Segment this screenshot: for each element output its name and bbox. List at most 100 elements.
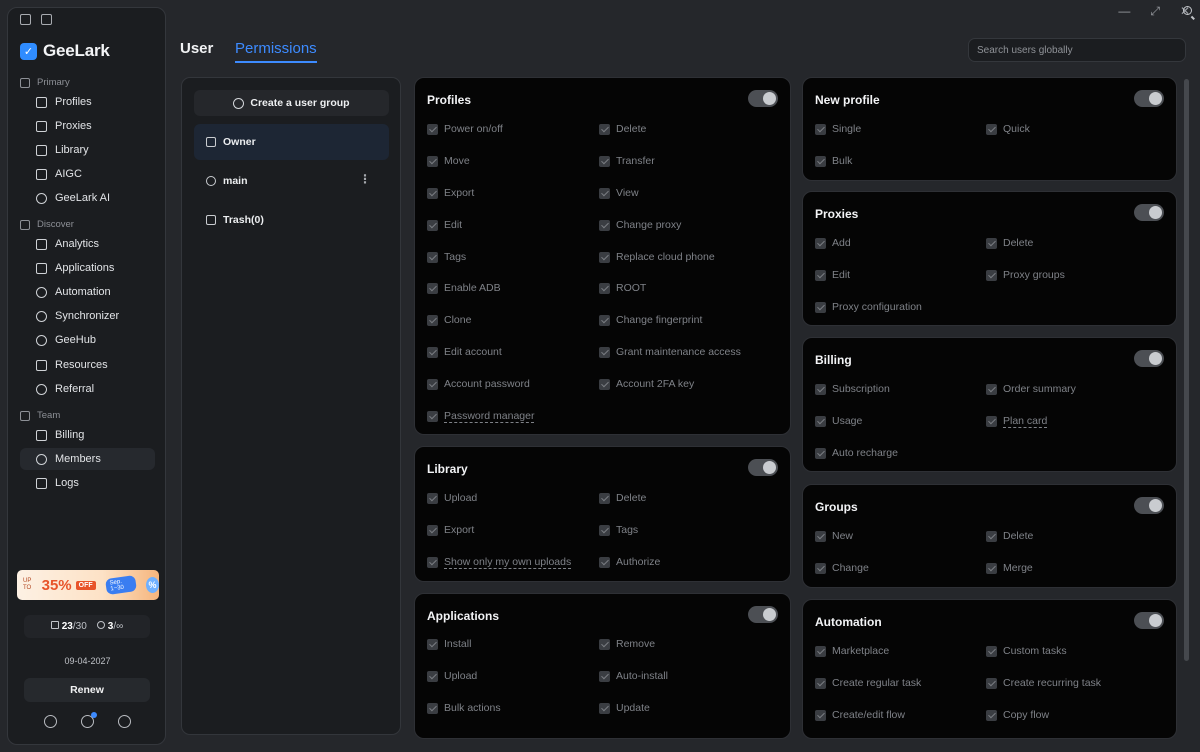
perm-checkbox[interactable]: Delete <box>599 123 646 135</box>
sidebar-item-analytics[interactable]: Analytics <box>20 233 155 255</box>
sidebar-item-resources[interactable]: Resources <box>20 354 155 376</box>
perm-checkbox[interactable]: Upload <box>427 670 477 682</box>
sidebar-item-library[interactable]: Library <box>20 139 155 161</box>
perm-checkbox[interactable]: Add <box>815 237 851 249</box>
perm-checkbox[interactable]: ROOT <box>599 282 646 294</box>
perm-checkbox[interactable]: Export <box>427 524 474 536</box>
content-scrollbar[interactable] <box>1184 77 1189 737</box>
perm-checkbox[interactable]: Tags <box>427 251 466 263</box>
bell-icon[interactable] <box>81 712 97 728</box>
perm-checkbox[interactable]: Create recurring task <box>986 677 1101 689</box>
perm-checkbox[interactable]: Create regular task <box>815 677 921 689</box>
perm-checkbox[interactable]: Single <box>815 123 861 135</box>
perm-checkbox[interactable]: Edit account <box>427 346 502 358</box>
dollar-icon <box>36 383 47 395</box>
toggle-applications[interactable] <box>748 606 778 623</box>
tab-permissions[interactable]: Permissions <box>235 40 317 57</box>
toggle-billing[interactable] <box>1134 350 1164 367</box>
account-icon[interactable] <box>118 715 131 728</box>
perm-checkbox[interactable]: Copy flow <box>986 709 1049 721</box>
perm-checkbox[interactable]: Export <box>427 187 474 199</box>
perm-checkbox[interactable]: Authorize <box>599 556 660 568</box>
perm-checkbox[interactable]: Account password <box>427 378 530 390</box>
card-proxies: Proxies Add Delete Edit Proxy groups Pro… <box>802 191 1177 326</box>
perm-checkbox[interactable]: Change proxy <box>599 219 681 231</box>
perm-checkbox[interactable]: Edit <box>427 219 462 231</box>
perm-checkbox[interactable]: Tags <box>599 524 638 536</box>
perm-checkbox[interactable]: Proxy configuration <box>815 301 922 313</box>
perm-checkbox[interactable]: Enable ADB <box>427 282 501 294</box>
toggle-automation[interactable] <box>1134 612 1164 629</box>
toggle-sidebar-icon[interactable] <box>20 14 31 25</box>
toggle-new-profile[interactable] <box>1134 90 1164 107</box>
sidebar-item-geelark-ai[interactable]: GeeLark AI <box>20 187 155 209</box>
perm-checkbox[interactable]: Grant maintenance access <box>599 346 741 358</box>
group-item-trash[interactable]: Trash(0) <box>194 202 389 238</box>
group-item-main[interactable]: main ⋮ <box>194 163 389 199</box>
toggle-profiles[interactable] <box>748 90 778 107</box>
toggle-library[interactable] <box>748 459 778 476</box>
search-icon[interactable] <box>1183 6 1192 15</box>
tab-user[interactable]: User <box>180 40 213 57</box>
perm-checkbox[interactable]: Proxy groups <box>986 269 1065 281</box>
maximize-icon[interactable]: ⤢ <box>1150 4 1160 19</box>
sidebar-item-members[interactable]: Members <box>20 448 155 470</box>
support-icon[interactable] <box>44 715 57 728</box>
perm-checkbox[interactable]: Install <box>427 638 471 650</box>
perm-checkbox[interactable]: Upload <box>427 492 477 504</box>
minimize-icon[interactable]: — <box>1118 4 1130 19</box>
perm-checkbox[interactable]: Marketplace <box>815 645 889 657</box>
perm-checkbox[interactable]: Transfer <box>599 155 655 167</box>
perm-checkbox[interactable]: View <box>599 187 639 199</box>
perm-checkbox[interactable]: Bulk <box>815 155 852 167</box>
perm-checkbox[interactable]: Plan card <box>986 415 1047 427</box>
perm-checkbox[interactable]: Account 2FA key <box>599 378 694 390</box>
perm-checkbox[interactable]: Bulk actions <box>427 702 501 714</box>
create-user-group-button[interactable]: Create a user group <box>194 90 389 116</box>
perm-checkbox[interactable]: Delete <box>599 492 646 504</box>
perm-checkbox[interactable]: Change <box>815 562 869 574</box>
perm-checkbox[interactable]: Remove <box>599 638 655 650</box>
perm-checkbox[interactable]: Power on/off <box>427 123 503 135</box>
perm-checkbox[interactable]: Update <box>599 702 650 714</box>
perm-checkbox[interactable]: Password manager <box>427 410 534 422</box>
perm-checkbox[interactable]: Delete <box>986 237 1033 249</box>
edit-icon[interactable] <box>41 14 52 25</box>
perm-checkbox[interactable]: Delete <box>986 530 1033 542</box>
perm-checkbox[interactable]: Custom tasks <box>986 645 1067 657</box>
sidebar-top-icons <box>20 14 52 25</box>
perm-checkbox[interactable]: Order summary <box>986 383 1076 395</box>
perm-checkbox[interactable]: Auto-install <box>599 670 668 682</box>
sidebar-item-billing[interactable]: Billing <box>20 424 155 446</box>
renew-button[interactable]: Renew <box>24 678 150 702</box>
perm-checkbox[interactable]: Move <box>427 155 470 167</box>
toggle-proxies[interactable] <box>1134 204 1164 221</box>
perm-checkbox[interactable]: New <box>815 530 853 542</box>
sidebar-item-geehub[interactable]: GeeHub <box>20 329 155 351</box>
perm-checkbox[interactable]: Edit <box>815 269 850 281</box>
scroll-thumb[interactable] <box>1184 79 1189 661</box>
perm-checkbox[interactable]: Clone <box>427 314 471 326</box>
sidebar-item-aigc[interactable]: AIGC <box>20 163 155 185</box>
sidebar-item-applications[interactable]: Applications <box>20 257 155 279</box>
sidebar-item-automation[interactable]: Automation <box>20 281 155 303</box>
perm-checkbox[interactable]: Show only my own uploads <box>427 556 571 568</box>
sidebar-item-synchronizer[interactable]: Synchronizer <box>20 305 155 327</box>
search-input[interactable]: Search users globally <box>968 38 1186 62</box>
toggle-groups[interactable] <box>1134 497 1164 514</box>
perm-checkbox[interactable]: Change fingerprint <box>599 314 702 326</box>
perm-checkbox[interactable]: Auto recharge <box>815 447 898 459</box>
sidebar-item-referral[interactable]: Referral <box>20 378 155 400</box>
sidebar-item-logs[interactable]: Logs <box>20 472 155 494</box>
sidebar-item-proxies[interactable]: Proxies <box>20 115 155 137</box>
group-item-owner[interactable]: Owner <box>194 124 389 160</box>
perm-checkbox[interactable]: Usage <box>815 415 862 427</box>
perm-checkbox[interactable]: Create/edit flow <box>815 709 905 721</box>
more-options-icon[interactable]: ⋮ <box>359 173 371 185</box>
sidebar-item-profiles[interactable]: Profiles <box>20 91 155 113</box>
perm-checkbox[interactable]: Merge <box>986 562 1033 574</box>
perm-checkbox[interactable]: Subscription <box>815 383 890 395</box>
promo-banner[interactable]: UP TO 35% OFF Sep. 1~30 % <box>17 570 159 600</box>
perm-checkbox[interactable]: Quick <box>986 123 1030 135</box>
perm-checkbox[interactable]: Replace cloud phone <box>599 251 715 263</box>
